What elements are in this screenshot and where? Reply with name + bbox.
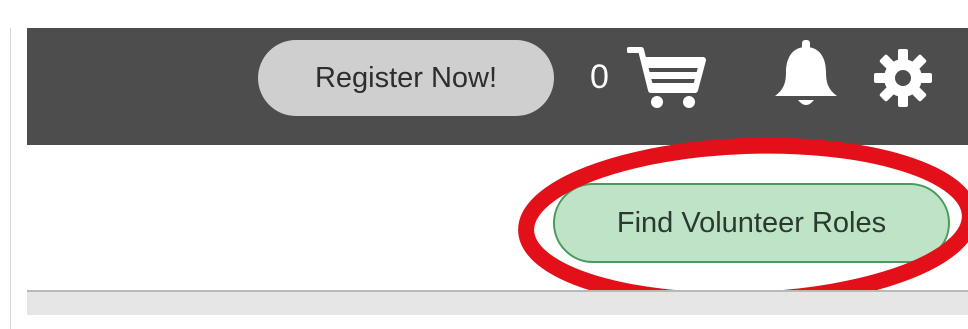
frame-edge (10, 28, 11, 329)
page: Register Now! 0 Find Volunteer Roles (0, 0, 968, 329)
register-now-button[interactable]: Register Now! (258, 40, 554, 116)
notifications-bell-icon[interactable] (771, 38, 841, 110)
find-volunteer-roles-button[interactable]: Find Volunteer Roles (553, 183, 950, 263)
settings-gear-icon[interactable] (873, 48, 933, 108)
shopping-cart-icon[interactable] (627, 44, 707, 112)
secondary-bar (27, 290, 968, 315)
cart-item-count: 0 (590, 58, 609, 96)
